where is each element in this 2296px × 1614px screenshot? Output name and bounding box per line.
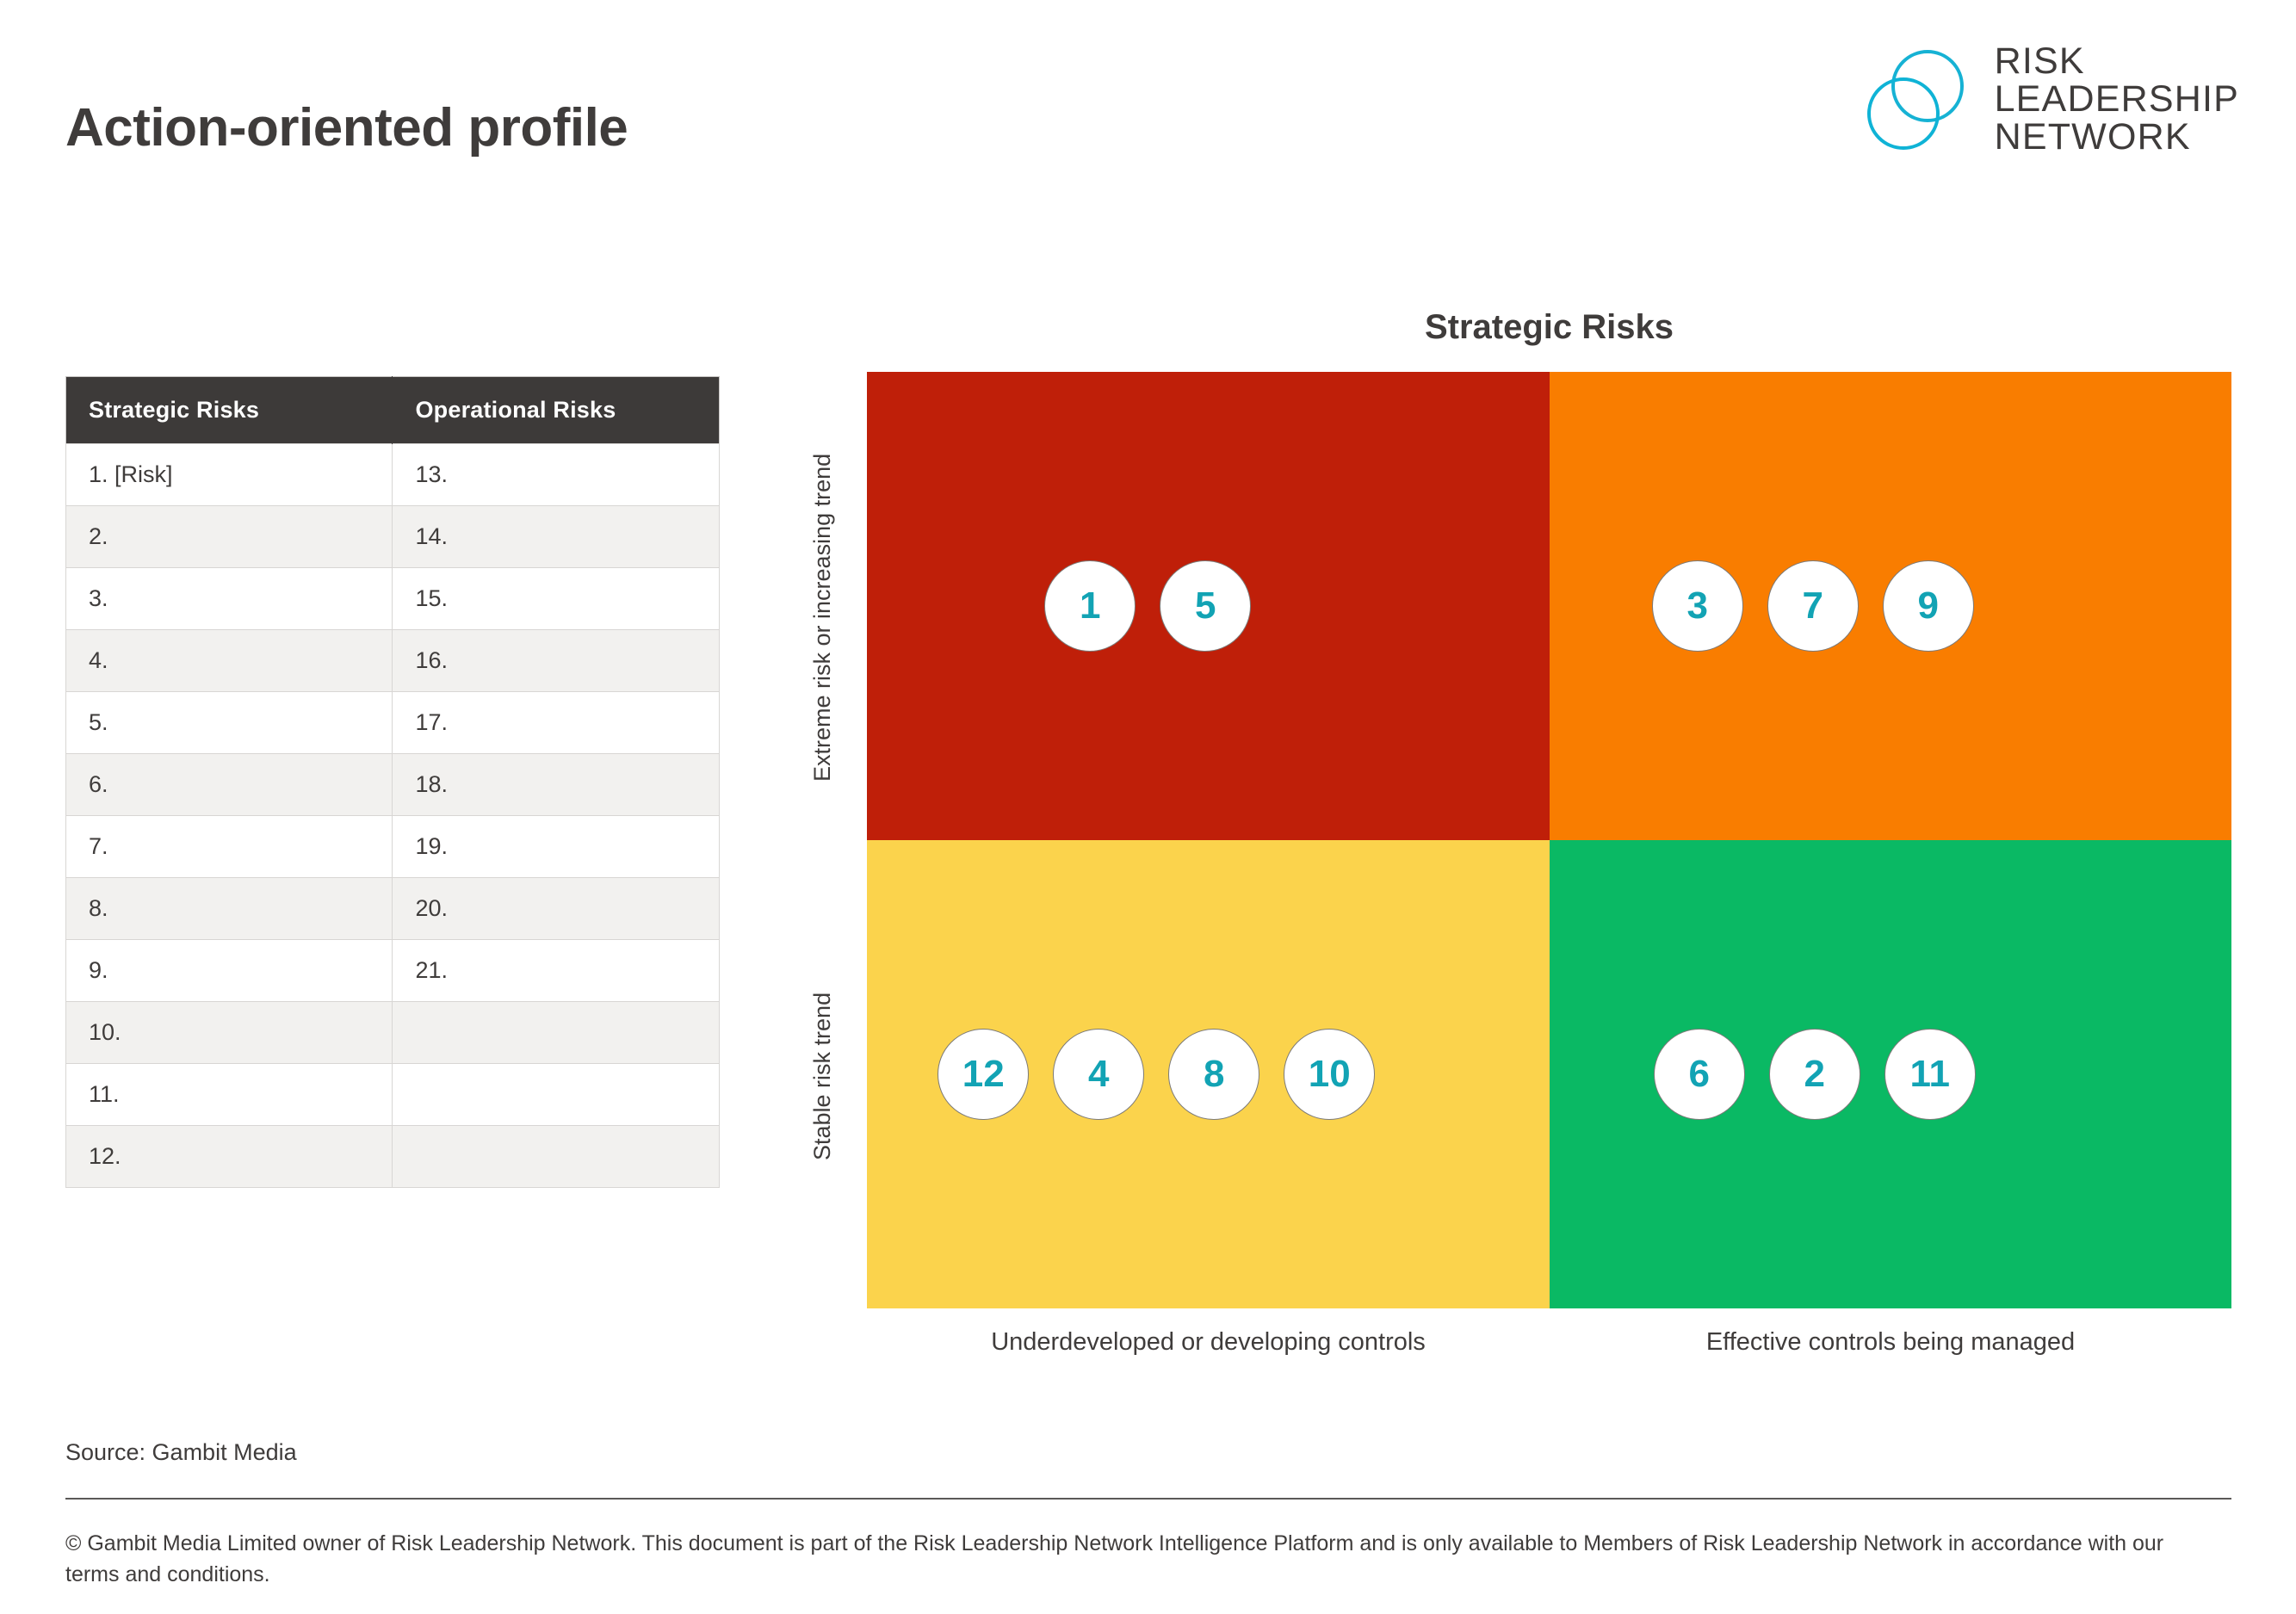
table-row: 1. [Risk] 13. bbox=[65, 443, 720, 506]
table-row: 9. 21. bbox=[65, 939, 720, 1002]
x-axis-label-effective-controls: Effective controls being managed bbox=[1705, 1328, 2076, 1356]
risk-list-table: Strategic Risks Operational Risks 1. [Ri… bbox=[65, 376, 720, 1188]
cell-operational: 19. bbox=[392, 815, 720, 878]
cell-strategic: 9. bbox=[65, 939, 393, 1002]
risk-bubble[interactable]: 9 bbox=[1882, 560, 1974, 652]
risk-bubble[interactable]: 8 bbox=[1168, 1029, 1260, 1120]
cell-strategic: 6. bbox=[65, 753, 393, 816]
quadrant-top-right-bubbles: 3 7 9 bbox=[1651, 560, 1974, 652]
cell-strategic: 2. bbox=[65, 505, 393, 568]
quadrant-bottom-left-bubbles: 12 4 8 10 bbox=[938, 1029, 1376, 1120]
cell-operational bbox=[392, 1001, 720, 1064]
risk-bubble[interactable]: 1 bbox=[1044, 560, 1136, 652]
cell-strategic: 7. bbox=[65, 815, 393, 878]
x-axis-label-underdeveloped-controls: Underdeveloped or developing controls bbox=[991, 1328, 1426, 1356]
two-overlapping-circles-logo-icon bbox=[1862, 45, 1972, 155]
cell-strategic: 3. bbox=[65, 567, 393, 630]
footer-divider bbox=[65, 1498, 2231, 1500]
table-header-row: Strategic Risks Operational Risks bbox=[65, 376, 720, 444]
page-title: Action-oriented profile bbox=[65, 98, 628, 158]
table-row: 4. 16. bbox=[65, 629, 720, 692]
logo-line-network: NETWORK bbox=[1994, 115, 2191, 158]
table-row: 11. bbox=[65, 1063, 720, 1126]
logo-line-leadership: LEADERSHIP bbox=[1994, 77, 2239, 120]
cell-strategic: 8. bbox=[65, 877, 393, 940]
cell-operational: 16. bbox=[392, 629, 720, 692]
logo-wordmark: RISK LEADERSHIP NETWORK bbox=[1994, 40, 2239, 158]
cell-operational: 14. bbox=[392, 505, 720, 568]
table-row: 8. 20. bbox=[65, 877, 720, 940]
column-header-strategic-risks: Strategic Risks bbox=[65, 376, 393, 444]
risk-bubble[interactable]: 4 bbox=[1053, 1029, 1145, 1120]
cell-operational: 13. bbox=[392, 443, 720, 506]
cell-strategic: 1. [Risk] bbox=[65, 443, 393, 506]
cell-operational: 20. bbox=[392, 877, 720, 940]
quadrant-top-right: 3 7 9 bbox=[1549, 372, 2231, 840]
logo-line-risk: RISK bbox=[1994, 40, 2085, 82]
matrix-title: Strategic Risks bbox=[1424, 308, 1674, 346]
risk-bubble[interactable]: 7 bbox=[1767, 560, 1859, 652]
risk-bubble[interactable]: 3 bbox=[1651, 560, 1743, 652]
risk-bubble[interactable]: 10 bbox=[1284, 1029, 1376, 1120]
copyright-text: © Gambit Media Limited owner of Risk Lea… bbox=[65, 1531, 2164, 1587]
risk-bubble[interactable]: 12 bbox=[938, 1029, 1030, 1120]
table-row: 7. 19. bbox=[65, 815, 720, 878]
slide-page: Action-oriented profile RISK LEADERSHIP … bbox=[0, 0, 2296, 1614]
cell-strategic: 11. bbox=[65, 1063, 393, 1126]
cell-operational: 17. bbox=[392, 691, 720, 754]
y-axis-label-extreme-risk: Extreme risk or increasing trend bbox=[809, 453, 835, 782]
risk-bubble[interactable]: 11 bbox=[1884, 1029, 1976, 1120]
cell-operational: 21. bbox=[392, 939, 720, 1002]
column-header-operational-risks: Operational Risks bbox=[392, 376, 720, 444]
quadrant-top-left: 1 5 bbox=[867, 372, 1550, 840]
cell-strategic: 10. bbox=[65, 1001, 393, 1064]
table-row: 3. 15. bbox=[65, 567, 720, 630]
cell-operational: 18. bbox=[392, 753, 720, 816]
brand-logo: RISK LEADERSHIP NETWORK bbox=[1862, 40, 2239, 158]
table-row: 10. bbox=[65, 1001, 720, 1064]
risk-bubble[interactable]: 5 bbox=[1160, 560, 1252, 652]
cell-operational bbox=[392, 1125, 720, 1188]
cell-strategic: 4. bbox=[65, 629, 393, 692]
table-row: 12. bbox=[65, 1125, 720, 1188]
cell-operational: 15. bbox=[392, 567, 720, 630]
source-text: Source: Gambit Media bbox=[65, 1439, 297, 1465]
quadrant-top-left-bubbles: 1 5 bbox=[1044, 560, 1252, 652]
table-row: 6. 18. bbox=[65, 753, 720, 816]
quadrant-bottom-right-bubbles: 6 2 11 bbox=[1653, 1029, 1976, 1120]
risk-matrix: 1 5 3 7 9 12 4 8 10 6 2 11 bbox=[867, 372, 2231, 1308]
quadrant-bottom-left: 12 4 8 10 bbox=[867, 840, 1550, 1308]
cell-strategic: 12. bbox=[65, 1125, 393, 1188]
table-row: 5. 17. bbox=[65, 691, 720, 754]
risk-bubble[interactable]: 2 bbox=[1768, 1029, 1860, 1120]
table-row: 2. 14. bbox=[65, 505, 720, 568]
quadrant-bottom-right: 6 2 11 bbox=[1549, 840, 2231, 1308]
cell-strategic: 5. bbox=[65, 691, 393, 754]
cell-operational bbox=[392, 1063, 720, 1126]
risk-bubble[interactable]: 6 bbox=[1653, 1029, 1745, 1120]
y-axis-label-stable-risk: Stable risk trend bbox=[809, 992, 835, 1160]
